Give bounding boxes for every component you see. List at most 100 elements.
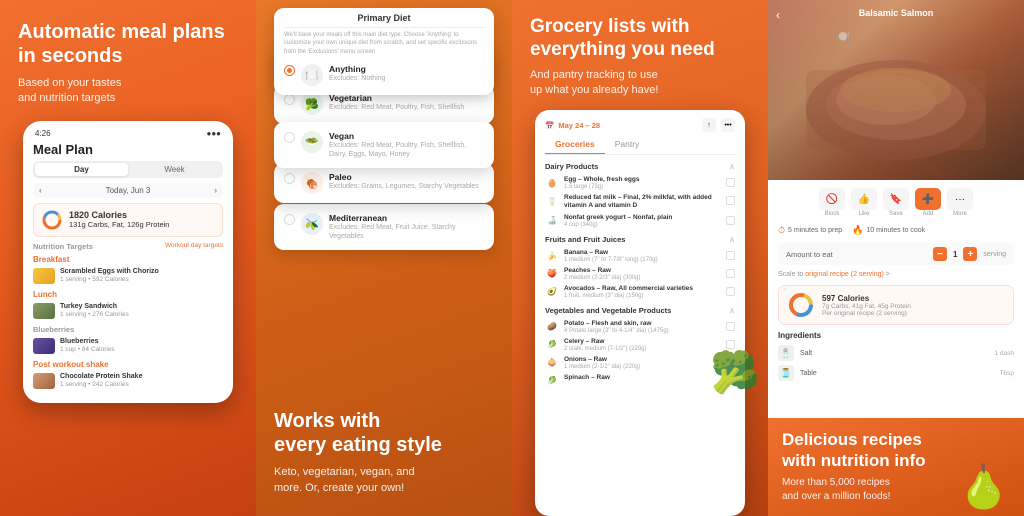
like-button[interactable]: 👍 Like	[851, 188, 877, 217]
diet-icon-vegan: 🥗	[301, 131, 323, 153]
block-button[interactable]: 🚫 Block	[819, 188, 845, 217]
diet-radio-paleo[interactable]	[284, 173, 295, 184]
diet-option-anything[interactable]: 🍽️ Anything Excludes: Nothing	[284, 60, 484, 90]
category-title-vegetables: Vegetables and Vegetable Products ∧	[545, 306, 735, 315]
grocery-mockup: 📅 May 24 – 28 ↑ ••• Groceries Pantry Dai…	[535, 110, 745, 516]
item-checkbox[interactable]	[726, 322, 735, 331]
back-button[interactable]: ‹	[776, 8, 780, 22]
diet-card-main: Primary Diet We'll base your meals off t…	[274, 8, 494, 95]
panel2-headline: Works withevery eating style	[274, 409, 494, 457]
item-name: Banana – Raw	[564, 249, 721, 257]
image-overlay	[768, 0, 1024, 180]
diet-excl-mediterranean: Excludes: Red Meat, Fruit Juice, Starchy…	[329, 223, 484, 241]
item-checkbox[interactable]	[726, 251, 735, 260]
meal-name: Scrambled Eggs with Chorizo	[60, 268, 223, 276]
calories-macros: 7g Carbs, 41g Fat, 45g Protein	[822, 303, 911, 310]
diet-name-anything: Anything	[329, 64, 385, 74]
item-name: Reduced fat milk – Final, 2% milkfat, wi…	[564, 194, 721, 210]
panel3-sub: And pantry tracking to useup what you al…	[530, 68, 750, 99]
stepper-value: 1	[953, 250, 957, 259]
grocery-tabs: Groceries Pantry	[545, 137, 735, 155]
item-detail: 1 medium (7" to 7-7/8" long) (170g)	[564, 257, 721, 263]
diet-radio-mediterranean[interactable]	[284, 214, 295, 225]
item-checkbox[interactable]	[726, 216, 735, 225]
spinach-icon: 🥬	[545, 374, 559, 388]
diet-icon-paleo: 🍖	[301, 172, 323, 194]
diet-cards-area: Primary Diet We'll base your meals off t…	[256, 8, 512, 298]
targets-label: Nutrition Targets Workout day targets	[33, 242, 223, 251]
meal-section-snack: Blueberries Blueberries 1 cup • 84 Calor…	[33, 325, 223, 356]
grocery-actions: ↑ •••	[702, 118, 735, 132]
tab-pantry[interactable]: Pantry	[605, 137, 650, 154]
calendar-icon: 📅	[545, 121, 554, 130]
more-button[interactable]: ··· More	[947, 188, 973, 217]
meal-thumbnail	[33, 268, 55, 284]
grocery-item: 🥔 Potato – Flesh and skin, raw 4 Potato …	[545, 318, 735, 336]
item-checkbox[interactable]	[726, 340, 735, 349]
ingredient-amount: 1 dash	[994, 350, 1014, 357]
panel4-recipes: 🍽️ ‹ Balsamic Salmon 🚫 Block 👍 Like 🔖 Sa…	[768, 0, 1024, 516]
item-name: Avocados – Raw, All commercial varieties	[564, 285, 721, 293]
item-name: Onions – Raw	[564, 356, 721, 364]
item-checkbox[interactable]	[726, 287, 735, 296]
meal-detail: 1 serving • 242 Calories	[60, 381, 223, 388]
meal-detail: 1 cup • 84 Calories	[60, 346, 223, 353]
diet-radio-anything[interactable]	[284, 65, 295, 76]
share-icon[interactable]: ↑	[702, 118, 716, 132]
item-checkbox[interactable]	[726, 196, 735, 205]
diet-radio-vegan[interactable]	[284, 132, 295, 143]
grocery-item: 🍌 Banana – Raw 1 medium (7" to 7-7/8" lo…	[545, 247, 735, 265]
stepper-plus[interactable]: +	[963, 247, 977, 261]
more-icon[interactable]: •••	[721, 118, 735, 132]
diet-option-paleo[interactable]: 🍖 Paleo Excludes: Grains, Legumes, Starc…	[284, 168, 484, 198]
tab-groceries[interactable]: Groceries	[545, 137, 605, 154]
ingredient-item: 🫙 Table Tbsp	[778, 363, 1014, 383]
postworkout-label: Post workout shake	[33, 360, 223, 369]
tab-day[interactable]: Day	[35, 163, 128, 176]
diet-option-vegan[interactable]: 🥗 Vegan Excludes: Red Meat, Poultry, Fis…	[284, 127, 484, 163]
meal-section-breakfast: Breakfast Scrambled Eggs with Chorizo 1 …	[33, 255, 223, 286]
scale-row: Scale to original recipe (2 serving) >	[778, 271, 1014, 278]
stepper-minus[interactable]: −	[933, 247, 947, 261]
date-label: Today, Jun 3	[106, 186, 151, 195]
diet-icon-mediterranean: 🫒	[301, 213, 323, 235]
save-label: Save	[889, 211, 903, 217]
item-checkbox[interactable]	[726, 269, 735, 278]
ingredient-name: Salt	[800, 350, 812, 357]
nav-right-icon[interactable]: ›	[214, 186, 217, 195]
panel2-diet-types: Primary Diet We'll base your meals off t…	[256, 0, 512, 516]
meal-section-lunch: Lunch Turkey Sandwich 1 serving • 276 Ca…	[33, 290, 223, 321]
grocery-header: 📅 May 24 – 28 ↑ •••	[545, 118, 735, 132]
tab-week[interactable]: Week	[128, 163, 221, 176]
category-vegetables: Vegetables and Vegetable Products ∧ 🥔 Po…	[545, 306, 735, 390]
diet-note: We'll base your meals off this main diet…	[284, 28, 484, 60]
breakfast-label: Breakfast	[33, 255, 223, 264]
category-collapse-icon[interactable]: ∧	[729, 235, 735, 244]
add-label: Add	[923, 211, 934, 217]
category-collapse-icon[interactable]: ∧	[729, 306, 735, 315]
ingredient-name: Table	[800, 370, 817, 377]
calories-note: Per original recipe (2 serving)	[822, 310, 911, 317]
scale-link[interactable]: original recipe (2 serving)	[805, 271, 884, 278]
calories-donut-chart	[41, 209, 63, 231]
workout-label: Workout day targets	[165, 242, 223, 249]
diet-option-mediterranean[interactable]: 🫒 Mediterranean Excludes: Red Meat, Frui…	[284, 209, 484, 245]
save-icon: 🔖	[883, 188, 909, 210]
stepper-unit: serving	[983, 251, 1006, 258]
diet-excl-anything: Excludes: Nothing	[329, 74, 385, 83]
panel1-headline: Automatic meal plans in seconds	[18, 20, 238, 68]
recipe-image-area: 🍽️ ‹ Balsamic Salmon	[768, 0, 1024, 180]
grocery-item: 🥛 Reduced fat milk – Final, 2% milkfat, …	[545, 192, 735, 212]
diet-excl-paleo: Excludes: Grains, Legumes, Starchy Veget…	[329, 182, 479, 191]
nav-left-icon[interactable]: ‹	[39, 186, 42, 195]
block-icon: 🚫	[819, 188, 845, 210]
amount-row: Amount to eat − 1 + serving	[778, 243, 1014, 265]
panel3-grocery: Grocery lists witheverything you need An…	[512, 0, 768, 516]
add-button[interactable]: ➕ Add	[915, 188, 941, 217]
category-collapse-icon[interactable]: ∧	[729, 162, 735, 171]
meal-plan-phone: 4:26 ●●● Meal Plan Day Week ‹ Today, Jun…	[23, 121, 233, 403]
diet-card-vegan: 🥗 Vegan Excludes: Red Meat, Poultry, Fis…	[274, 122, 494, 168]
item-checkbox[interactable]	[726, 178, 735, 187]
save-button[interactable]: 🔖 Save	[883, 188, 909, 217]
diet-radio-vegetarian[interactable]	[284, 94, 295, 105]
